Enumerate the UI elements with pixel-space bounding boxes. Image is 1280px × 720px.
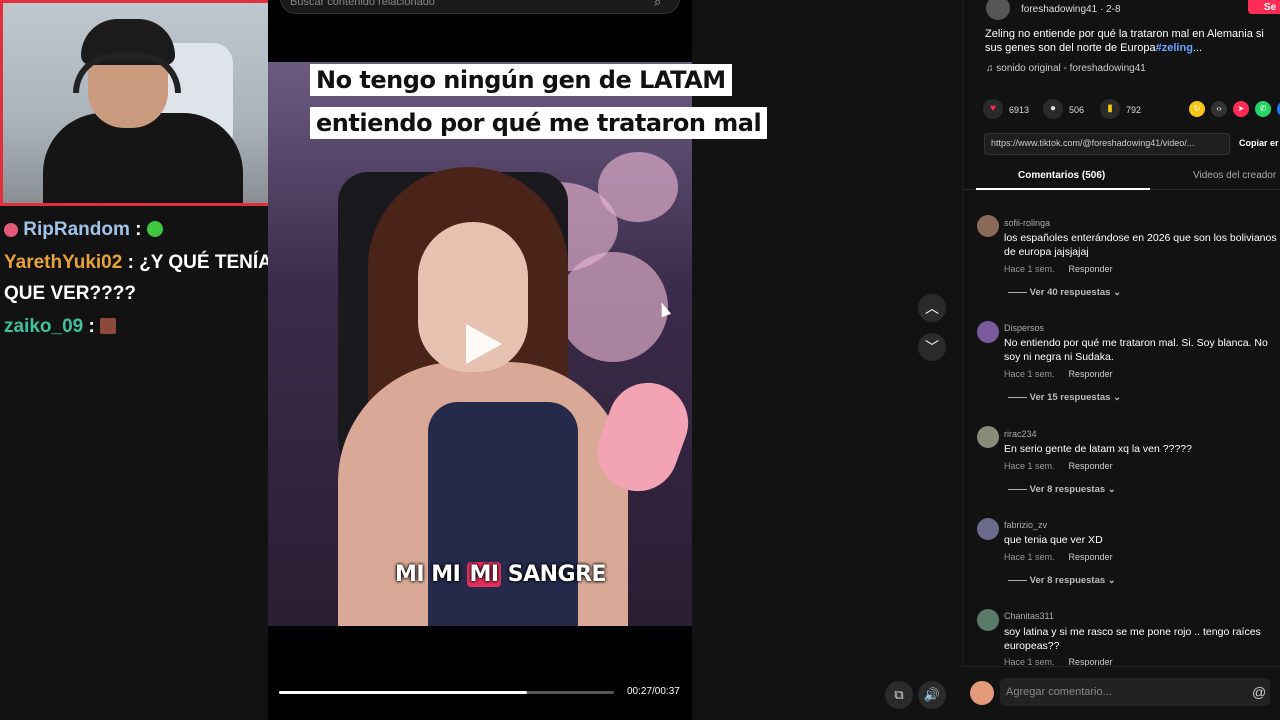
comment-username[interactable]: sofii-rolinga <box>1004 218 1050 228</box>
description-more[interactable]: ... <box>1193 42 1202 54</box>
my-avatar <box>970 681 994 705</box>
reply-button[interactable]: Responder <box>1069 461 1113 471</box>
comment-time: Hace 1 sem. <box>1004 461 1055 471</box>
previous-video-button[interactable]: ︿ <box>918 294 946 322</box>
comment-avatar[interactable] <box>977 609 999 631</box>
save-count: 792 <box>1126 105 1142 115</box>
comment-icon[interactable]: ● <box>1043 99 1063 119</box>
comment-text: En serio gente de latam xq la ven ????? <box>1004 443 1192 455</box>
search-placeholder: Buscar contenido relacionado <box>290 0 435 8</box>
copy-link-button[interactable]: Copiar er <box>1239 138 1279 148</box>
view-replies-button[interactable]: —— Ver 15 respuestas ⌄ <box>1008 392 1121 403</box>
picture-in-picture-button[interactable]: ⧉ <box>885 681 913 709</box>
subtitle-highlight: MI <box>467 562 501 587</box>
comment-avatar[interactable] <box>977 215 999 237</box>
streamer-body <box>43 113 243 203</box>
author-name[interactable]: foreshadowing41 · 2-8 <box>1021 4 1121 15</box>
view-replies-button[interactable]: —— Ver 8 respuestas ⌄ <box>1008 575 1116 586</box>
comment-meta: Hace 1 sem. Responder <box>1004 264 1113 274</box>
video-link-field[interactable]: https://www.tiktok.com/@foreshadowing41/… <box>984 133 1230 155</box>
chat-separator: : <box>122 252 140 273</box>
chevron-down-icon: ﹀ <box>925 339 939 355</box>
view-replies-button[interactable]: —— Ver 40 respuestas ⌄ <box>1008 287 1121 298</box>
badge-icon <box>4 223 18 237</box>
follow-button[interactable]: Se <box>1248 0 1280 14</box>
volume-icon: 🔊 <box>923 687 941 702</box>
chat-username: YarethYuki02 <box>4 252 123 273</box>
hashtag-link[interactable]: #zeling <box>1156 42 1193 54</box>
bookmark-icon[interactable]: ▮ <box>1100 99 1120 119</box>
comment-meta: Hace 1 sem. Responder <box>1004 461 1113 471</box>
view-replies-label: Ver 40 respuestas ⌄ <box>1029 287 1122 298</box>
blossom-decoration <box>598 152 678 222</box>
tab-creator-videos[interactable]: Videos del creador <box>1193 170 1276 181</box>
emote-icon <box>100 318 117 334</box>
chat-separator: : <box>83 316 101 337</box>
reply-button[interactable]: Responder <box>1069 369 1113 379</box>
comment-text: No entiendo por qué me trataron mal. Si.… <box>1004 337 1268 363</box>
video-caption-line-1: No tengo ningún gen de LATAM <box>310 64 732 96</box>
comment-avatar[interactable] <box>977 426 999 448</box>
like-icon[interactable]: ♥ <box>983 99 1003 119</box>
comment-meta: Hace 1 sem. Responder <box>1004 369 1113 379</box>
description-text: Zeling no entiende por qué la trataron m… <box>985 28 1264 54</box>
webcam-overlay <box>0 0 312 206</box>
comment-text: los españoles enterándose en 2026 que so… <box>1004 232 1277 258</box>
screen: ϟ RipRandom : YarethYuki02 : ¿Y QUÉ TENÍ… <box>0 0 1280 720</box>
like-count: 6913 <box>1009 105 1030 115</box>
chevron-up-icon: ︿ <box>925 300 939 316</box>
chat-username: RipRandom <box>23 219 130 240</box>
woman-top <box>428 402 578 626</box>
comment-username[interactable]: fabrizio_zv <box>1004 520 1047 530</box>
comment-text: que tenia que ver XD <box>1004 534 1103 546</box>
play-icon[interactable] <box>466 324 502 364</box>
comment-input[interactable] <box>1000 678 1270 706</box>
embed-icon[interactable]: ‹› <box>1211 101 1227 117</box>
search-icon[interactable]: ⌕ <box>654 0 661 10</box>
video-caption-line-2: entiendo por qué me trataron mal <box>310 107 768 139</box>
progress-bar[interactable] <box>279 691 614 694</box>
reply-button[interactable]: Responder <box>1069 264 1113 274</box>
next-video-button[interactable]: ﹀ <box>918 333 946 361</box>
chat-username: zaiko_09 <box>4 316 84 337</box>
repost-icon[interactable]: ↻ <box>1189 101 1205 117</box>
mention-icon[interactable]: @ <box>1252 684 1266 700</box>
sound-link[interactable]: ♫ sonido original - foreshadowing41 <box>986 63 1146 74</box>
view-replies-label: Ver 15 respuestas ⌄ <box>1029 392 1122 403</box>
volume-button[interactable]: 🔊 <box>918 681 946 709</box>
comment-avatar[interactable] <box>977 518 999 540</box>
chat-separator: : <box>129 219 147 240</box>
comment-time: Hace 1 sem. <box>1004 369 1055 379</box>
comment-username[interactable]: rirac234 <box>1004 429 1037 439</box>
pip-icon: ⧉ <box>894 687 904 702</box>
comment-time: Hace 1 sem. <box>1004 552 1055 562</box>
video-time: 00:27/00:37 <box>627 686 680 697</box>
comment-username[interactable]: Dispersos <box>1004 323 1044 333</box>
comment-username[interactable]: Chanitas311 <box>1004 611 1054 621</box>
progress-fill <box>279 691 527 694</box>
subtitle-post: SANGRE <box>500 562 607 587</box>
whatsapp-icon[interactable]: ✆ <box>1255 101 1271 117</box>
video-subtitle: MI MI MI SANGRE <box>395 562 607 587</box>
comment-count: 506 <box>1069 105 1085 115</box>
send-icon[interactable]: ➤ <box>1233 101 1249 117</box>
comment-text: soy latina y si me rasco se me pone rojo… <box>1004 626 1261 652</box>
blossom-decoration <box>558 252 668 362</box>
tab-comments[interactable]: Comentarios (506) <box>1018 170 1105 181</box>
view-replies-label: Ver 8 respuestas ⌄ <box>1029 484 1116 495</box>
emote-icon <box>146 221 163 237</box>
comment-time: Hace 1 sem. <box>1004 264 1055 274</box>
view-replies-label: Ver 8 respuestas ⌄ <box>1029 575 1116 586</box>
active-tab-indicator <box>976 188 1150 190</box>
view-replies-button[interactable]: —— Ver 8 respuestas ⌄ <box>1008 484 1116 495</box>
reply-button[interactable]: Responder <box>1069 552 1113 562</box>
comment-avatar[interactable] <box>977 321 999 343</box>
post-description: Zeling no entiende por qué la trataron m… <box>985 27 1280 55</box>
comment-meta: Hace 1 sem. Responder <box>1004 552 1113 562</box>
video-bottom-bar <box>268 626 692 720</box>
subtitle-pre: MI MI <box>395 562 468 587</box>
